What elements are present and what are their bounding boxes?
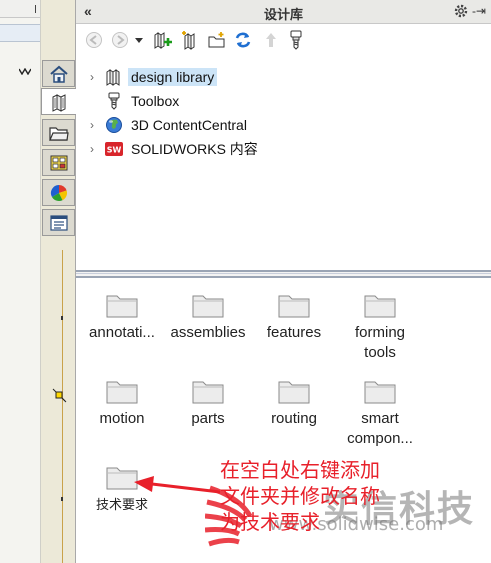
back-icon[interactable] xyxy=(84,30,104,50)
up-one-level-icon[interactable] xyxy=(261,30,281,50)
annotation-line: 文件夹并修改名称 xyxy=(220,484,380,508)
folder-item[interactable]: forming tools xyxy=(340,292,420,363)
panel-title: 设计库 xyxy=(263,7,303,22)
tree-item-toolbox[interactable]: Toolbox xyxy=(86,90,182,112)
annotation-text: 在空白处右键添加 文件夹并修改名称 为技术要求 xyxy=(220,457,430,535)
folder-label: assemblies xyxy=(170,324,246,341)
dropdown-icon[interactable] xyxy=(133,30,145,50)
view-palette-icon xyxy=(50,155,67,170)
folder-icon xyxy=(278,295,310,318)
folder-item[interactable]: smart compon... xyxy=(340,378,420,449)
library-books-icon xyxy=(104,68,124,86)
appearances-icon xyxy=(50,184,67,201)
refresh-icon[interactable] xyxy=(233,30,253,50)
expand-chevron-icon[interactable]: › xyxy=(86,142,98,156)
file-explorer-icon xyxy=(48,126,69,141)
custom-properties-icon xyxy=(49,214,68,231)
folder-item[interactable]: parts xyxy=(168,378,248,429)
folder-icon xyxy=(364,381,396,404)
sketch-line xyxy=(62,250,63,563)
folder-label: forming tools xyxy=(354,324,406,361)
panel-titlebar: « 设计库 -⇥ xyxy=(76,0,491,24)
folder-icon xyxy=(278,381,310,404)
folder-label: smart compon... xyxy=(347,410,413,447)
pin-icon[interactable]: -⇥ xyxy=(472,4,486,18)
folder-item[interactable]: motion xyxy=(82,378,162,429)
tab-custom-properties[interactable] xyxy=(42,209,75,236)
sketch-point-icon xyxy=(52,388,67,403)
tab-design-library[interactable] xyxy=(41,88,77,115)
gear-icon[interactable] xyxy=(453,3,469,24)
folder-item[interactable]: assemblies xyxy=(168,292,248,343)
folder-label: motion xyxy=(99,410,145,427)
toolbox-screw-icon xyxy=(104,92,124,110)
globe-icon xyxy=(104,116,124,134)
folder-icon xyxy=(364,295,396,318)
tree-item-label: SOLIDWORKS 内容 xyxy=(131,141,258,157)
svg-text:SW: SW xyxy=(107,146,122,155)
folder-icon xyxy=(106,295,138,318)
sketch-mark xyxy=(61,497,63,501)
task-pane-tab-column xyxy=(41,0,77,563)
tab-appearances[interactable] xyxy=(42,179,75,206)
folder-label: annotati... xyxy=(89,324,155,341)
folder-label: features xyxy=(266,324,322,341)
folder-icon xyxy=(192,381,224,404)
tree-item-label: Toolbox xyxy=(131,93,180,109)
tab-solidworks-resources[interactable] xyxy=(42,60,75,87)
origin-glyph-icon xyxy=(18,67,32,76)
add-file-location-icon[interactable] xyxy=(181,30,201,50)
tree-item-label: 3D ContentCentral xyxy=(131,117,247,133)
design-library-options-icon[interactable] xyxy=(286,30,306,50)
folder-icon xyxy=(192,295,224,318)
tree-item-label: design library xyxy=(128,68,218,86)
expand-chevron-icon[interactable]: › xyxy=(86,70,98,84)
design-library-icon xyxy=(52,93,65,112)
expand-chevron-icon[interactable]: › xyxy=(86,118,98,132)
pane-splitter[interactable] xyxy=(76,270,491,278)
add-to-library-icon[interactable] xyxy=(153,30,173,50)
folder-item[interactable]: features xyxy=(254,292,334,343)
design-library-window: « 设计库 -⇥ › design library Toolbox › 3D C… xyxy=(0,0,491,563)
folder-item[interactable]: routing xyxy=(254,378,334,429)
tab-view-palette[interactable] xyxy=(42,149,75,176)
sketch-mark xyxy=(61,316,63,320)
folder-label: routing xyxy=(271,410,317,427)
forward-icon[interactable] xyxy=(110,30,130,50)
annotation-line: 为技术要求 xyxy=(220,510,320,534)
tree-item-design-library[interactable]: › design library xyxy=(86,66,218,88)
annotation-line: 在空白处右键添加 xyxy=(220,458,380,482)
create-new-folder-icon[interactable] xyxy=(207,30,227,50)
tree-item-solidworks-content[interactable]: › SW SOLIDWORKS 内容 xyxy=(86,138,261,160)
tab-file-explorer[interactable] xyxy=(42,119,75,146)
ruler-strip xyxy=(0,0,40,18)
home-icon xyxy=(49,65,68,83)
feature-tree-band xyxy=(0,24,40,42)
folder-label: parts xyxy=(191,410,225,427)
library-toolbar xyxy=(76,27,491,53)
tree-item-3d-contentcentral[interactable]: › 3D ContentCentral xyxy=(86,114,250,136)
solidworks-logo-icon: SW xyxy=(104,140,124,158)
graphics-area-edge xyxy=(0,0,41,563)
folder-item[interactable]: annotati... xyxy=(82,292,162,343)
folder-icon xyxy=(106,381,138,404)
